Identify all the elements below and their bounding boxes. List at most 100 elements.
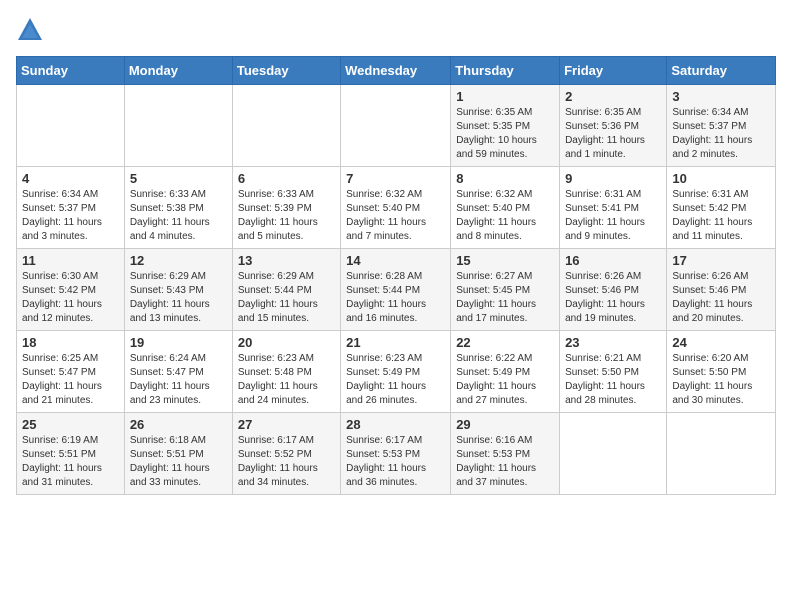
cell-info: Sunrise: 6:18 AMSunset: 5:51 PMDaylight:… bbox=[130, 434, 227, 490]
cell-info: Sunrise: 6:19 AMSunset: 5:51 PMDaylight:… bbox=[22, 434, 119, 490]
day-number: 15 bbox=[456, 253, 554, 268]
column-header-friday: Friday bbox=[560, 57, 667, 85]
calendar-cell bbox=[667, 413, 776, 495]
column-header-saturday: Saturday bbox=[667, 57, 776, 85]
day-number: 16 bbox=[565, 253, 661, 268]
day-number: 21 bbox=[346, 335, 445, 350]
day-number: 1 bbox=[456, 89, 554, 104]
day-number: 18 bbox=[22, 335, 119, 350]
day-number: 25 bbox=[22, 417, 119, 432]
calendar-cell: 8 Sunrise: 6:32 AMSunset: 5:40 PMDaylight… bbox=[451, 167, 560, 249]
day-number: 13 bbox=[238, 253, 335, 268]
calendar-cell: 29 Sunrise: 6:16 AMSunset: 5:53 PMDayligh… bbox=[451, 413, 560, 495]
cell-info: Sunrise: 6:17 AMSunset: 5:53 PMDaylight:… bbox=[346, 434, 445, 490]
column-header-tuesday: Tuesday bbox=[232, 57, 340, 85]
day-number: 6 bbox=[238, 171, 335, 186]
cell-info: Sunrise: 6:30 AMSunset: 5:42 PMDaylight:… bbox=[22, 270, 119, 326]
day-number: 27 bbox=[238, 417, 335, 432]
calendar-cell: 13 Sunrise: 6:29 AMSunset: 5:44 PMDayligh… bbox=[232, 249, 340, 331]
day-number: 20 bbox=[238, 335, 335, 350]
calendar-cell: 23 Sunrise: 6:21 AMSunset: 5:50 PMDayligh… bbox=[560, 331, 667, 413]
calendar-cell: 20 Sunrise: 6:23 AMSunset: 5:48 PMDayligh… bbox=[232, 331, 340, 413]
cell-info: Sunrise: 6:29 AMSunset: 5:43 PMDaylight:… bbox=[130, 270, 227, 326]
cell-info: Sunrise: 6:28 AMSunset: 5:44 PMDaylight:… bbox=[346, 270, 445, 326]
cell-info: Sunrise: 6:31 AMSunset: 5:41 PMDaylight:… bbox=[565, 188, 661, 244]
cell-info: Sunrise: 6:35 AMSunset: 5:35 PMDaylight:… bbox=[456, 106, 554, 162]
calendar-cell: 9 Sunrise: 6:31 AMSunset: 5:41 PMDaylight… bbox=[560, 167, 667, 249]
calendar-cell: 14 Sunrise: 6:28 AMSunset: 5:44 PMDayligh… bbox=[341, 249, 451, 331]
calendar-cell: 21 Sunrise: 6:23 AMSunset: 5:49 PMDayligh… bbox=[341, 331, 451, 413]
cell-info: Sunrise: 6:16 AMSunset: 5:53 PMDaylight:… bbox=[456, 434, 554, 490]
cell-info: Sunrise: 6:34 AMSunset: 5:37 PMDaylight:… bbox=[22, 188, 119, 244]
cell-info: Sunrise: 6:35 AMSunset: 5:36 PMDaylight:… bbox=[565, 106, 661, 162]
calendar-cell: 10 Sunrise: 6:31 AMSunset: 5:42 PMDayligh… bbox=[667, 167, 776, 249]
cell-info: Sunrise: 6:21 AMSunset: 5:50 PMDaylight:… bbox=[565, 352, 661, 408]
calendar-cell: 11 Sunrise: 6:30 AMSunset: 5:42 PMDayligh… bbox=[17, 249, 125, 331]
cell-info: Sunrise: 6:29 AMSunset: 5:44 PMDaylight:… bbox=[238, 270, 335, 326]
calendar-cell: 2 Sunrise: 6:35 AMSunset: 5:36 PMDaylight… bbox=[560, 85, 667, 167]
logo bbox=[16, 16, 48, 44]
calendar-cell: 4 Sunrise: 6:34 AMSunset: 5:37 PMDaylight… bbox=[17, 167, 125, 249]
day-number: 26 bbox=[130, 417, 227, 432]
calendar-cell: 18 Sunrise: 6:25 AMSunset: 5:47 PMDayligh… bbox=[17, 331, 125, 413]
calendar-cell: 15 Sunrise: 6:27 AMSunset: 5:45 PMDayligh… bbox=[451, 249, 560, 331]
day-number: 14 bbox=[346, 253, 445, 268]
day-number: 7 bbox=[346, 171, 445, 186]
column-header-sunday: Sunday bbox=[17, 57, 125, 85]
day-number: 10 bbox=[672, 171, 770, 186]
day-number: 28 bbox=[346, 417, 445, 432]
cell-info: Sunrise: 6:32 AMSunset: 5:40 PMDaylight:… bbox=[456, 188, 554, 244]
calendar-cell: 5 Sunrise: 6:33 AMSunset: 5:38 PMDaylight… bbox=[124, 167, 232, 249]
cell-info: Sunrise: 6:33 AMSunset: 5:38 PMDaylight:… bbox=[130, 188, 227, 244]
cell-info: Sunrise: 6:31 AMSunset: 5:42 PMDaylight:… bbox=[672, 188, 770, 244]
calendar-cell: 17 Sunrise: 6:26 AMSunset: 5:46 PMDayligh… bbox=[667, 249, 776, 331]
calendar-cell: 6Sunrise: 6:33 AMSunset: 5:39 PMDaylight… bbox=[232, 167, 340, 249]
page-header bbox=[16, 16, 776, 44]
day-number: 19 bbox=[130, 335, 227, 350]
cell-info: Sunrise: 6:23 AMSunset: 5:49 PMDaylight:… bbox=[346, 352, 445, 408]
cell-info: Sunrise: 6:20 AMSunset: 5:50 PMDaylight:… bbox=[672, 352, 770, 408]
calendar-cell: 16 Sunrise: 6:26 AMSunset: 5:46 PMDayligh… bbox=[560, 249, 667, 331]
logo-icon bbox=[16, 16, 44, 44]
calendar-cell bbox=[341, 85, 451, 167]
calendar-cell bbox=[124, 85, 232, 167]
day-number: 29 bbox=[456, 417, 554, 432]
day-number: 4 bbox=[22, 171, 119, 186]
calendar-cell bbox=[232, 85, 340, 167]
column-header-monday: Monday bbox=[124, 57, 232, 85]
calendar-cell: 28 Sunrise: 6:17 AMSunset: 5:53 PMDayligh… bbox=[341, 413, 451, 495]
day-number: 22 bbox=[456, 335, 554, 350]
calendar-table: SundayMondayTuesdayWednesdayThursdayFrid… bbox=[16, 56, 776, 495]
cell-info: Sunrise: 6:26 AMSunset: 5:46 PMDaylight:… bbox=[565, 270, 661, 326]
day-number: 3 bbox=[672, 89, 770, 104]
calendar-cell bbox=[17, 85, 125, 167]
calendar-cell: 7Sunrise: 6:32 AMSunset: 5:40 PMDaylight… bbox=[341, 167, 451, 249]
day-number: 17 bbox=[672, 253, 770, 268]
column-header-wednesday: Wednesday bbox=[341, 57, 451, 85]
cell-info: Sunrise: 6:25 AMSunset: 5:47 PMDaylight:… bbox=[22, 352, 119, 408]
day-number: 5 bbox=[130, 171, 227, 186]
day-number: 11 bbox=[22, 253, 119, 268]
cell-info: Sunrise: 6:27 AMSunset: 5:45 PMDaylight:… bbox=[456, 270, 554, 326]
cell-info: Sunrise: 6:17 AMSunset: 5:52 PMDaylight:… bbox=[238, 434, 335, 490]
column-header-thursday: Thursday bbox=[451, 57, 560, 85]
calendar-cell: 19 Sunrise: 6:24 AMSunset: 5:47 PMDayligh… bbox=[124, 331, 232, 413]
cell-info: Sunrise: 6:23 AMSunset: 5:48 PMDaylight:… bbox=[238, 352, 335, 408]
day-number: 23 bbox=[565, 335, 661, 350]
day-number: 9 bbox=[565, 171, 661, 186]
cell-info: Sunrise: 6:22 AMSunset: 5:49 PMDaylight:… bbox=[456, 352, 554, 408]
calendar-cell bbox=[560, 413, 667, 495]
cell-info: Sunrise: 6:34 AMSunset: 5:37 PMDaylight:… bbox=[672, 106, 770, 162]
calendar-cell: 26 Sunrise: 6:18 AMSunset: 5:51 PMDayligh… bbox=[124, 413, 232, 495]
calendar-cell: 12 Sunrise: 6:29 AMSunset: 5:43 PMDayligh… bbox=[124, 249, 232, 331]
calendar-cell: 25 Sunrise: 6:19 AMSunset: 5:51 PMDayligh… bbox=[17, 413, 125, 495]
cell-info: Sunrise: 6:26 AMSunset: 5:46 PMDaylight:… bbox=[672, 270, 770, 326]
day-number: 12 bbox=[130, 253, 227, 268]
calendar-cell: 3 Sunrise: 6:34 AMSunset: 5:37 PMDaylight… bbox=[667, 85, 776, 167]
cell-info: Sunrise: 6:24 AMSunset: 5:47 PMDaylight:… bbox=[130, 352, 227, 408]
calendar-cell: 22 Sunrise: 6:22 AMSunset: 5:49 PMDayligh… bbox=[451, 331, 560, 413]
day-number: 8 bbox=[456, 171, 554, 186]
day-number: 24 bbox=[672, 335, 770, 350]
calendar-cell: 27 Sunrise: 6:17 AMSunset: 5:52 PMDayligh… bbox=[232, 413, 340, 495]
day-number: 2 bbox=[565, 89, 661, 104]
